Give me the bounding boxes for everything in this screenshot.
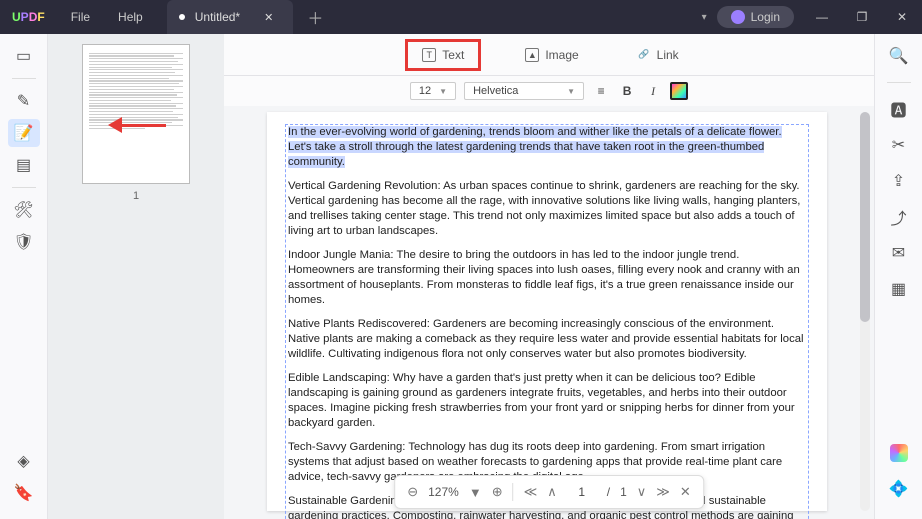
tab-close-button[interactable]: ✕ bbox=[264, 11, 273, 24]
close-nav-button[interactable]: ✕ bbox=[680, 484, 691, 500]
unsaved-dot-icon bbox=[179, 14, 185, 20]
close-window-button[interactable]: ✕ bbox=[882, 10, 922, 24]
next-page-button[interactable]: ∨ bbox=[637, 484, 647, 500]
page-total: 1 bbox=[620, 485, 627, 499]
page-nav-bar: ⊖ 127% ▼ ⊕ ≪ ∧ / 1 ∨ ≫ ✕ bbox=[394, 475, 704, 509]
avatar-icon bbox=[731, 10, 745, 24]
zoom-level: 127% bbox=[428, 485, 459, 499]
share-button[interactable]: ⤴ bbox=[883, 203, 915, 231]
layers-button[interactable]: ◈ bbox=[8, 447, 40, 475]
edit-image-button[interactable]: ▲ Image bbox=[511, 42, 592, 68]
export-button[interactable]: ⇪ bbox=[883, 167, 915, 195]
reader-mode-button[interactable]: ▭ bbox=[8, 42, 40, 70]
zoom-out-button[interactable]: ⊖ bbox=[407, 484, 418, 500]
bold-button[interactable]: B bbox=[618, 82, 636, 100]
text-color-button[interactable] bbox=[670, 82, 688, 100]
last-page-button[interactable]: ≫ bbox=[656, 484, 670, 500]
paragraph[interactable]: Native Plants Rediscovered: Gardeners ar… bbox=[288, 317, 806, 362]
menu-file[interactable]: File bbox=[57, 10, 104, 24]
tools-button[interactable]: 🛠 bbox=[8, 196, 40, 224]
annotation-arrow bbox=[108, 117, 166, 133]
page-thumbnail[interactable] bbox=[82, 44, 190, 184]
scrollbar-thumb[interactable] bbox=[860, 112, 870, 322]
paragraph[interactable]: Indoor Jungle Mania: The desire to bring… bbox=[288, 248, 806, 308]
link-icon: 🔗 bbox=[637, 48, 651, 62]
right-toolbar: 🔍 🅰 ✂ ⇪ ⤴ ✉ ▦ 💠 bbox=[874, 34, 922, 519]
page-number-input[interactable] bbox=[567, 485, 597, 499]
protect-button[interactable]: 🛡 bbox=[8, 228, 40, 256]
thumbnail-page-number: 1 bbox=[133, 190, 139, 202]
prev-page-button[interactable]: ∧ bbox=[547, 484, 557, 500]
selected-text[interactable]: In the ever-evolving world of gardening,… bbox=[288, 126, 782, 168]
vertical-scrollbar[interactable] bbox=[860, 112, 870, 511]
font-family-dropdown[interactable]: Helvetica▼ bbox=[464, 82, 584, 100]
font-size-dropdown[interactable]: 12▼ bbox=[410, 82, 456, 100]
italic-button[interactable]: I bbox=[644, 82, 662, 100]
maximize-button[interactable]: ❐ bbox=[842, 10, 882, 24]
image-icon: ▲ bbox=[525, 48, 539, 62]
document-page[interactable]: In the ever-evolving world of gardening,… bbox=[267, 112, 827, 511]
app-logo: UPDF bbox=[0, 10, 57, 24]
document-tab[interactable]: Untitled* ✕ bbox=[167, 0, 294, 34]
tab-title: Untitled* bbox=[195, 10, 240, 24]
edit-link-button[interactable]: 🔗 Link bbox=[623, 42, 693, 68]
ai-chat-button[interactable]: 💠 bbox=[883, 475, 915, 503]
minimize-button[interactable]: — bbox=[802, 10, 842, 24]
edit-mode-button[interactable]: 📝 bbox=[8, 119, 40, 147]
align-button[interactable]: ≡ bbox=[592, 82, 610, 100]
ocr-button[interactable]: 🅰 bbox=[883, 95, 915, 123]
paragraph[interactable]: Edible Landscaping: Why have a garden th… bbox=[288, 371, 806, 431]
edit-text-button[interactable]: T Text bbox=[405, 39, 481, 71]
left-toolbar: ▭ ✎ 📝 ▤ 🛠 🛡 ◈ 🔖 bbox=[0, 34, 48, 519]
paragraph[interactable]: Vertical Gardening Revolution: As urban … bbox=[288, 179, 806, 239]
bookmarks-button[interactable]: 🔖 bbox=[8, 479, 40, 507]
new-tab-button[interactable]: ＋ bbox=[307, 5, 323, 29]
zoom-dropdown[interactable]: ▼ bbox=[469, 485, 482, 500]
search-button[interactable]: 🔍 bbox=[883, 42, 915, 70]
login-button[interactable]: Login bbox=[717, 6, 794, 28]
zoom-in-button[interactable]: ⊕ bbox=[492, 484, 503, 500]
editor-area: T Text ▲ Image 🔗 Link 12▼ Helvetica▼ ≡ B… bbox=[224, 34, 874, 519]
thumbnail-panel: 1 bbox=[48, 34, 224, 519]
email-button[interactable]: ✉ bbox=[883, 239, 915, 267]
chevron-down-icon[interactable]: ▾ bbox=[702, 12, 707, 23]
text-edit-frame[interactable]: In the ever-evolving world of gardening,… bbox=[285, 124, 809, 519]
titlebar: UPDF File Help Untitled* ✕ ＋ ▾ Login — ❐… bbox=[0, 0, 922, 34]
edit-type-toolbar: T Text ▲ Image 🔗 Link bbox=[224, 34, 874, 76]
ai-assistant-button[interactable] bbox=[883, 439, 915, 467]
first-page-button[interactable]: ≪ bbox=[524, 484, 538, 500]
comment-mode-button[interactable]: ✎ bbox=[8, 87, 40, 115]
text-icon: T bbox=[422, 48, 436, 62]
menu-help[interactable]: Help bbox=[104, 10, 157, 24]
print-button[interactable]: ▦ bbox=[883, 275, 915, 303]
format-toolbar: 12▼ Helvetica▼ ≡ B I bbox=[224, 76, 874, 106]
crop-button[interactable]: ✂ bbox=[883, 131, 915, 159]
organize-pages-button[interactable]: ▤ bbox=[8, 151, 40, 179]
